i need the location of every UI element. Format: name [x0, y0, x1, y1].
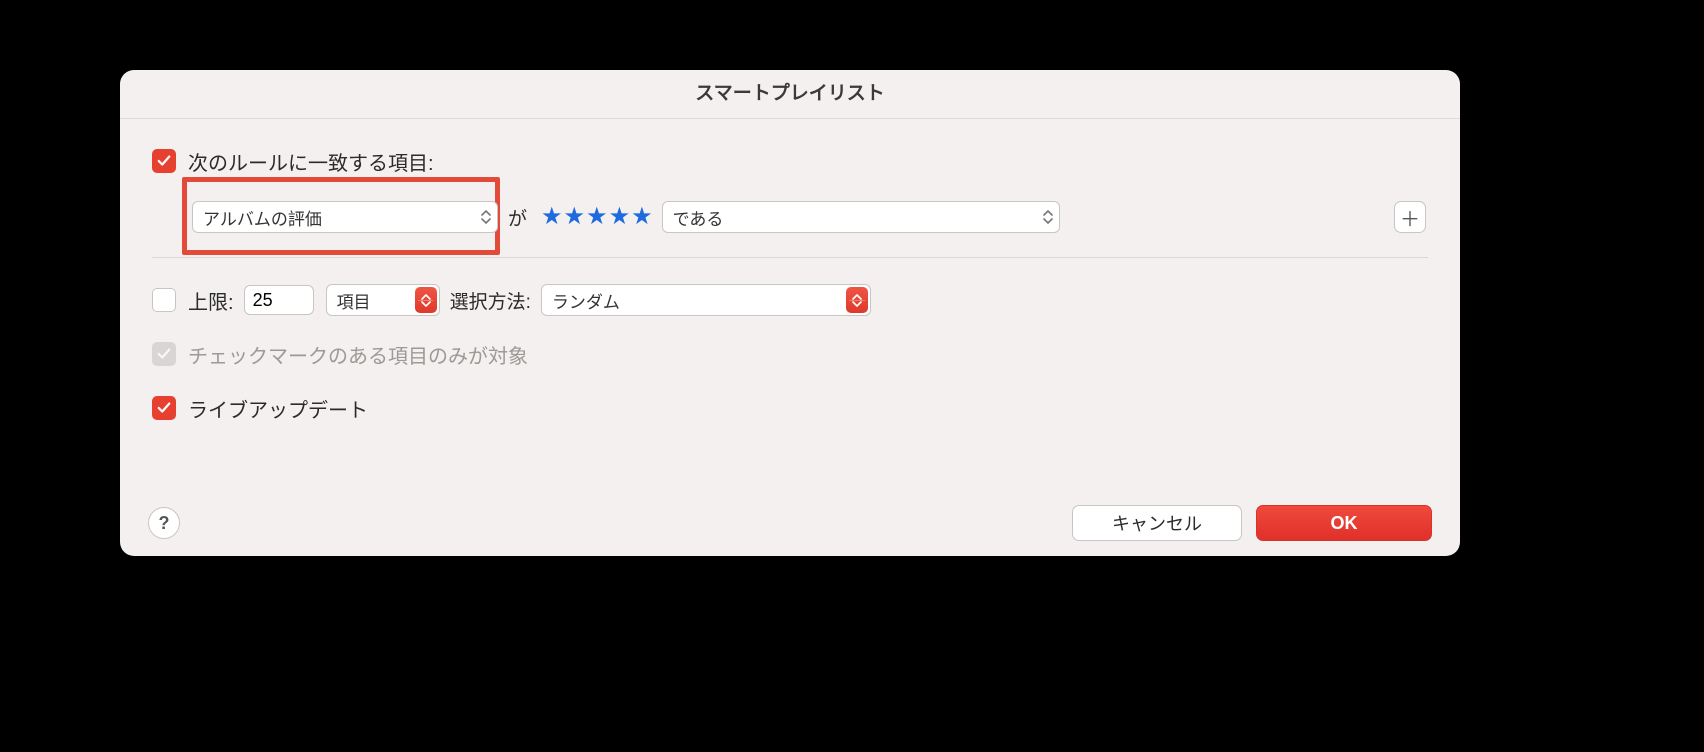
dialog-title: スマートプレイリスト — [120, 70, 1460, 119]
live-update-label: ライブアップデート — [188, 394, 368, 423]
limit-method-label: 選択方法: — [450, 287, 531, 314]
rule-joiner-text: が — [508, 204, 527, 231]
plus-icon: ＋ — [1400, 203, 1420, 232]
live-update-row: ライブアップデート — [152, 388, 1428, 428]
dialog-footer: ? キャンセル OK — [120, 490, 1460, 556]
limit-checkbox[interactable] — [152, 288, 176, 312]
check-icon — [157, 154, 171, 168]
checked-only-label: チェックマークのある項目のみが対象 — [188, 340, 528, 369]
limit-method-value: ランダム — [552, 288, 620, 313]
match-rules-checkbox[interactable] — [152, 149, 176, 173]
ok-button-label: OK — [1331, 513, 1358, 534]
check-icon — [157, 401, 171, 415]
rule-field-select[interactable]: アルバムの評価 — [192, 201, 498, 233]
add-rule-button[interactable]: ＋ — [1394, 201, 1426, 233]
help-icon: ? — [159, 513, 170, 534]
star-icon: ★ — [609, 205, 632, 229]
star-icon: ★ — [586, 205, 609, 229]
cancel-button-label: キャンセル — [1112, 510, 1202, 536]
cancel-button[interactable]: キャンセル — [1072, 505, 1242, 541]
limit-method-select[interactable]: ランダム — [541, 284, 871, 316]
limit-value-input[interactable] — [244, 285, 314, 315]
live-update-checkbox[interactable] — [152, 396, 176, 420]
rule-operator-select[interactable]: である — [662, 201, 1060, 233]
help-button[interactable]: ? — [148, 507, 180, 539]
limit-unit-value: 項目 — [337, 288, 371, 313]
updown-icon — [1042, 209, 1054, 225]
stepper-icon — [415, 287, 437, 313]
stepper-icon — [846, 287, 868, 313]
rating-stars[interactable]: ★ ★ ★ ★ ★ — [541, 205, 654, 229]
checked-only-checkbox — [152, 342, 176, 366]
star-icon: ★ — [541, 205, 564, 229]
rule-operator-value: である — [673, 205, 724, 230]
smart-playlist-dialog: スマートプレイリスト 次のルールに一致する項目: アルバムの評価 が ★ ★ ★ — [120, 70, 1460, 556]
ok-button[interactable]: OK — [1256, 505, 1432, 541]
match-rules-row: 次のルールに一致する項目: — [152, 141, 1428, 181]
limit-label: 上限: — [188, 286, 234, 315]
check-icon — [157, 347, 171, 361]
updown-icon — [480, 209, 492, 225]
limit-unit-select[interactable]: 項目 — [326, 284, 440, 316]
rule-field-value: アルバムの評価 — [203, 205, 322, 230]
match-rules-label: 次のルールに一致する項目: — [188, 147, 434, 176]
star-icon: ★ — [564, 205, 587, 229]
star-icon: ★ — [631, 205, 654, 229]
checked-only-row: チェックマークのある項目のみが対象 — [152, 334, 1428, 374]
rule-row: アルバムの評価 が ★ ★ ★ ★ ★ である ＋ — [152, 195, 1428, 258]
limit-row: 上限: 項目 選択方法: ランダム — [152, 280, 1428, 320]
dialog-content: 次のルールに一致する項目: アルバムの評価 が ★ ★ ★ ★ ★ である — [120, 119, 1460, 428]
